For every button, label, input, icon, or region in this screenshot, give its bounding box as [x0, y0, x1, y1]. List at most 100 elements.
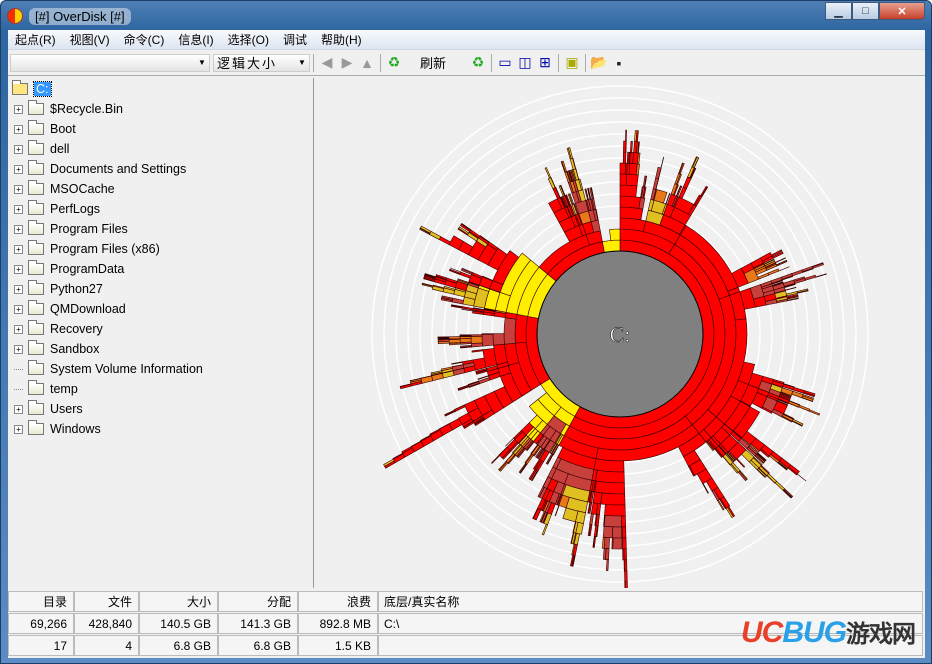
- sunburst-segment[interactable]: [611, 537, 614, 550]
- column-header[interactable]: 目录: [8, 591, 74, 612]
- refresh-icon[interactable]: ♻: [384, 53, 404, 73]
- sunburst-segment[interactable]: [589, 513, 594, 526]
- sunburst-segment[interactable]: [448, 336, 461, 340]
- sunburst-segment[interactable]: [622, 548, 625, 561]
- sunburst-segment[interactable]: [652, 177, 659, 190]
- menu-item[interactable]: 视图(V): [63, 31, 117, 48]
- tree-item[interactable]: temp: [14, 380, 78, 398]
- sunburst-segment[interactable]: [606, 559, 609, 572]
- column-header[interactable]: 大小: [139, 591, 218, 612]
- expand-icon[interactable]: +: [14, 284, 23, 294]
- expand-icon[interactable]: +: [14, 204, 23, 214]
- sunburst-segment[interactable]: [602, 526, 613, 539]
- expand-icon[interactable]: +: [14, 184, 23, 194]
- tree-item[interactable]: + $Recycle.Bin: [14, 100, 123, 118]
- sunburst-segment[interactable]: [815, 273, 827, 278]
- tree-item[interactable]: + Documents and Settings: [14, 160, 186, 178]
- expand-icon[interactable]: +: [14, 224, 23, 234]
- expand-icon[interactable]: +: [14, 144, 23, 154]
- tree-item[interactable]: + Recovery: [14, 320, 103, 338]
- expand-icon[interactable]: +: [14, 104, 23, 114]
- sunburst-segment[interactable]: [481, 334, 494, 347]
- sunburst-segment[interactable]: [611, 526, 622, 539]
- expand-icon[interactable]: +: [14, 324, 23, 334]
- expand-icon[interactable]: +: [14, 124, 23, 134]
- sunburst-segment[interactable]: [470, 334, 483, 337]
- sunburst-segment[interactable]: [470, 335, 483, 344]
- sunburst-segment[interactable]: [459, 338, 472, 343]
- sunburst-segment[interactable]: [448, 342, 461, 346]
- sunburst-segment[interactable]: [796, 473, 807, 482]
- up-button[interactable]: ▲: [357, 53, 377, 73]
- tree-item[interactable]: + Windows: [14, 420, 101, 438]
- sunburst-segment[interactable]: [630, 140, 633, 153]
- column-header[interactable]: 浪费: [298, 591, 378, 612]
- tree-item[interactable]: + QMDownload: [14, 300, 126, 318]
- sunburst-segment[interactable]: [624, 570, 628, 583]
- minimize-button[interactable]: ▁: [825, 2, 852, 20]
- close-button[interactable]: ✕: [879, 2, 925, 20]
- back-button[interactable]: ◀: [317, 53, 337, 73]
- sunburst-segment[interactable]: [514, 313, 529, 344]
- expand-icon[interactable]: +: [14, 244, 23, 254]
- sunburst-segment[interactable]: [624, 581, 626, 594]
- column-header[interactable]: 文件: [74, 591, 139, 612]
- sunburst-segment[interactable]: [804, 274, 817, 281]
- tree-item[interactable]: + Program Files: [14, 220, 128, 238]
- sunburst-segment[interactable]: [621, 526, 627, 539]
- tree-item[interactable]: + Python27: [14, 280, 103, 298]
- sunburst-segment[interactable]: [592, 491, 603, 505]
- save-icon[interactable]: ▪: [609, 53, 629, 73]
- menu-item[interactable]: 调试: [276, 31, 314, 48]
- sunburst-segment[interactable]: [625, 129, 627, 142]
- menu-item[interactable]: 帮助(H): [314, 31, 369, 48]
- expand-icon[interactable]: +: [14, 164, 23, 174]
- open-folder-icon[interactable]: 📂: [589, 53, 609, 73]
- maximize-button[interactable]: □: [852, 2, 879, 20]
- sunburst-chart[interactable]: C:: [314, 78, 925, 594]
- sunburst-segment[interactable]: [590, 502, 599, 515]
- path-combo[interactable]: ▼: [10, 53, 210, 72]
- column-header[interactable]: 分配: [218, 591, 298, 612]
- menu-item[interactable]: 起点(R): [8, 31, 63, 48]
- layout-single-icon[interactable]: ▭: [495, 53, 515, 73]
- sunburst-segment[interactable]: [619, 173, 628, 186]
- column-header[interactable]: 底层/真实名称: [378, 591, 923, 612]
- sunburst-segment[interactable]: [604, 504, 626, 517]
- sunburst-segment[interactable]: [600, 492, 626, 506]
- sunburst-segment[interactable]: [619, 184, 638, 198]
- sunburst-segment[interactable]: [451, 361, 463, 365]
- layout-split-icon[interactable]: ◫: [515, 53, 535, 73]
- tree-item[interactable]: + Program Files (x86): [14, 240, 160, 258]
- sunburst-segment[interactable]: [437, 339, 450, 343]
- menu-item[interactable]: 选择(O): [221, 31, 276, 48]
- sunburst-segment[interactable]: [437, 336, 450, 338]
- sunburst-segment[interactable]: [622, 151, 627, 164]
- tree-root[interactable]: C:: [12, 80, 52, 98]
- sunburst-segment[interactable]: [603, 515, 622, 528]
- folder-network-icon[interactable]: ▣: [562, 53, 582, 73]
- tree-item[interactable]: + PerfLogs: [14, 200, 100, 218]
- sunburst-segment[interactable]: [481, 333, 494, 336]
- menu-item[interactable]: 信息(I): [171, 31, 220, 48]
- sunburst-segment[interactable]: [492, 333, 505, 346]
- sort-combo[interactable]: 逻辑大小 ▼: [213, 53, 310, 72]
- refresh-all-icon[interactable]: ♻: [468, 53, 488, 73]
- forward-button[interactable]: ▶: [337, 53, 357, 73]
- sunburst-segment[interactable]: [619, 195, 641, 209]
- sunburst-segment[interactable]: [503, 317, 517, 345]
- sunburst-segment[interactable]: [601, 536, 606, 549]
- sunburst-segment[interactable]: [609, 228, 621, 241]
- sunburst-segment[interactable]: [774, 480, 786, 491]
- sunburst-segment[interactable]: [622, 537, 627, 550]
- tree-item[interactable]: System Volume Information: [14, 360, 203, 378]
- tree-item[interactable]: + Users: [14, 400, 83, 418]
- refresh-button[interactable]: 刷新: [420, 53, 446, 72]
- expand-icon[interactable]: +: [14, 404, 23, 414]
- expand-icon[interactable]: +: [14, 304, 23, 314]
- expand-icon[interactable]: +: [14, 264, 23, 274]
- sunburst-segment[interactable]: [612, 537, 622, 550]
- sunburst-segment[interactable]: [459, 334, 472, 336]
- tree-item[interactable]: + MSOCache: [14, 180, 115, 198]
- sunburst-view[interactable]: C:: [314, 78, 925, 594]
